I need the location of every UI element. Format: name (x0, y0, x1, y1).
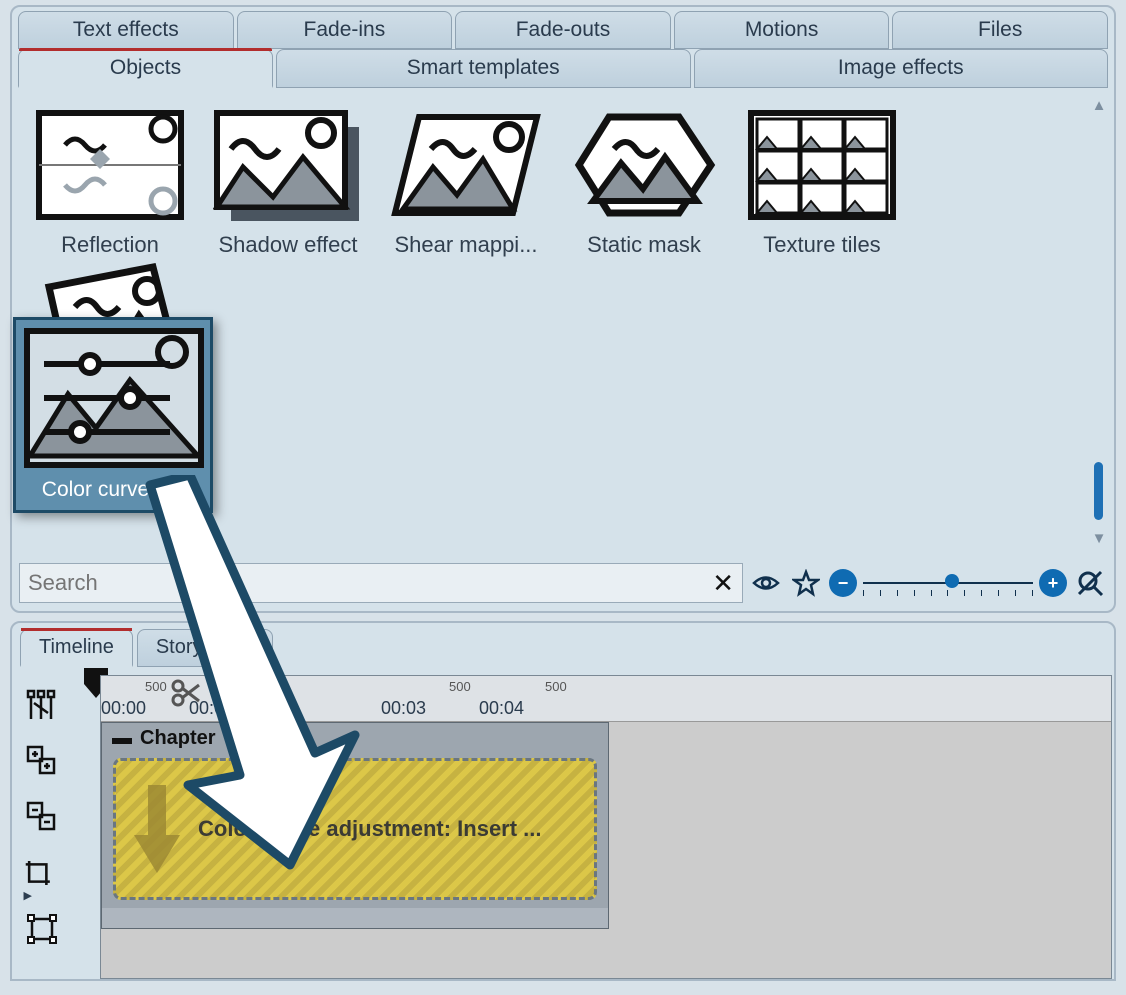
effect-shadow[interactable]: Shadow effect (208, 102, 368, 262)
shadow-icon (213, 106, 363, 226)
chapter-footer (102, 908, 608, 928)
zoom-slider-handle[interactable] (945, 574, 959, 588)
zoom-out-button[interactable]: − (829, 569, 857, 597)
effects-scrollbar[interactable]: ▲ ▼ (1092, 97, 1106, 547)
reflection-icon (35, 106, 185, 226)
scroll-down-icon[interactable]: ▼ (1092, 530, 1107, 547)
tab-smart-templates[interactable]: Smart templates (276, 49, 691, 88)
ruler-minor: 500 (256, 679, 278, 694)
collapse-icon[interactable]: ▬ (112, 727, 132, 750)
search-input[interactable] (28, 570, 712, 596)
color-curve-icon (24, 328, 204, 468)
tab-storyboard[interactable]: Storyboard (137, 629, 273, 667)
zoom-in-button[interactable]: + (1039, 569, 1067, 597)
drop-zone[interactable]: Color curve adjustment: Insert ... (113, 758, 597, 900)
bottom-tab-row: Timeline Storyboard (12, 629, 1114, 667)
tab-image-effects[interactable]: Image effects (694, 49, 1109, 88)
tab-row-top: Text effects Fade-ins Fade-outs Motions … (12, 7, 1114, 49)
tab-files[interactable]: Files (892, 11, 1108, 49)
tool-arrange-icon[interactable] (24, 687, 60, 723)
effect-label: Static mask (568, 226, 720, 258)
scrollbar-thumb[interactable] (1094, 462, 1103, 520)
tab-fade-ins[interactable]: Fade-ins (237, 11, 453, 49)
shear-icon (391, 106, 541, 226)
chapter-title: Chapter (140, 727, 216, 750)
timeline-ruler[interactable]: 500 00:00 00:01 500 00:03 500 00:04 500 (101, 676, 1111, 722)
zoom-fit-icon[interactable] (1073, 566, 1107, 600)
effect-shear[interactable]: Shear mappi... (386, 102, 546, 262)
tool-crop-icon[interactable]: ▶ (24, 855, 60, 891)
timeline-track-area[interactable]: 500 00:00 00:01 500 00:03 500 00:04 500 … (100, 675, 1112, 979)
favorite-icon[interactable] (789, 566, 823, 600)
ruler-label: 00:04 (479, 698, 524, 719)
ruler-label: 00:01 (189, 698, 234, 719)
chapter-block[interactable]: ▬ Chapter Color curve adjustment: Insert… (101, 722, 609, 929)
timeline-body: ▶ 500 00:00 00:01 500 (14, 675, 1112, 979)
panel-toolbar: ✕ − + (19, 561, 1107, 605)
ruler-minor: 500 (449, 679, 471, 694)
effect-label: Shear mappi... (390, 226, 542, 258)
timeline-panel: Timeline Storyboard ▶ (10, 621, 1116, 981)
tab-objects[interactable]: Objects (18, 49, 273, 88)
clear-icon[interactable]: ✕ (712, 568, 734, 599)
texture-tiles-icon (747, 106, 897, 226)
effect-static-mask[interactable]: Static mask (564, 102, 724, 262)
dragged-effect-item[interactable]: Color curve a... (13, 317, 213, 513)
static-mask-icon (569, 106, 719, 226)
effect-label: Shadow effect (212, 226, 364, 258)
tab-row-second: Objects Smart templates Image effects (12, 49, 1114, 88)
ruler-label: 00:00 (101, 698, 146, 719)
effects-panel: Text effects Fade-ins Fade-outs Motions … (10, 5, 1116, 613)
timeline-tools: ▶ (14, 675, 70, 979)
tab-fade-outs[interactable]: Fade-outs (455, 11, 671, 49)
effect-texture-tiles[interactable]: Texture tiles (742, 102, 902, 262)
insert-arrow-icon (130, 779, 184, 879)
effect-label: Texture tiles (746, 226, 898, 258)
ruler-label: 00:03 (381, 698, 426, 719)
effect-label: Reflection (34, 226, 186, 258)
tool-remove-group-icon[interactable] (24, 799, 60, 835)
chapter-header[interactable]: ▬ Chapter (112, 727, 598, 750)
drop-message: Color curve adjustment: Insert ... (198, 816, 542, 842)
tool-add-group-icon[interactable] (24, 743, 60, 779)
effect-reflection[interactable]: Reflection (30, 102, 190, 262)
zoom-slider[interactable] (863, 566, 1033, 600)
preview-icon[interactable] (749, 566, 783, 600)
tab-motions[interactable]: Motions (674, 11, 890, 49)
search-field[interactable]: ✕ (19, 563, 743, 603)
ruler-minor: 500 (145, 679, 167, 694)
dragged-label: Color curve a... (24, 468, 202, 502)
tool-transform-icon[interactable] (24, 911, 60, 947)
scroll-up-icon[interactable]: ▲ (1092, 97, 1107, 114)
tab-text-effects[interactable]: Text effects (18, 11, 234, 49)
ruler-minor: 500 (545, 679, 567, 694)
tab-timeline[interactable]: Timeline (20, 629, 133, 667)
